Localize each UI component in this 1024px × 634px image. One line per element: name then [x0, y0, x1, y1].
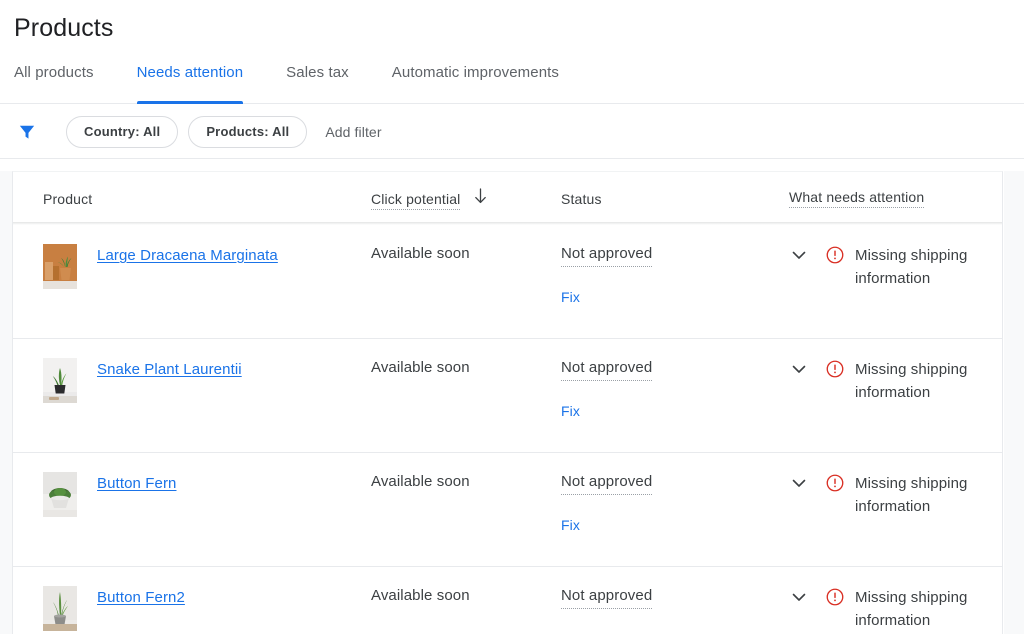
click-potential-cell: Available soon: [371, 225, 561, 264]
attention-cell: Missing shipping information: [789, 453, 1003, 518]
status-cell: Not approved Fix: [561, 339, 789, 419]
click-potential-cell: Available soon: [371, 453, 561, 492]
tab-label: Automatic improvements: [392, 64, 559, 81]
tab-label: Needs attention: [137, 64, 244, 81]
sort-descending-icon[interactable]: [473, 188, 488, 208]
attention-cell: Missing shipping information: [789, 339, 1003, 404]
chevron-down-icon[interactable]: [789, 587, 809, 607]
table-row[interactable]: Button Fern Available soon Not approved …: [13, 453, 1002, 567]
page-background-right: [1004, 171, 1024, 634]
attention-text: Missing shipping information: [855, 358, 1003, 404]
error-circle-icon: [826, 360, 844, 378]
table-row[interactable]: Large Dracaena Marginata Available soon …: [13, 225, 1002, 339]
attention-text: Missing shipping information: [855, 472, 1003, 518]
click-potential-cell: Available soon: [371, 567, 561, 606]
error-circle-icon: [826, 588, 844, 606]
status-cell: Not approved Fix: [561, 567, 789, 634]
error-circle-icon: [826, 474, 844, 492]
status-badge[interactable]: Not approved: [561, 358, 652, 381]
tab-label: Sales tax: [286, 64, 349, 81]
column-header-label: Click potential: [371, 191, 460, 210]
tab-bar: All products Needs attention Sales tax A…: [0, 58, 1024, 104]
tab-needs-attention[interactable]: Needs attention: [124, 58, 257, 104]
button-fern-thumbnail: [43, 472, 77, 517]
attention-text: Missing shipping information: [855, 244, 1003, 290]
plant-terracotta-thumbnail: [43, 244, 77, 289]
page-title: Products: [0, 0, 1024, 44]
status-cell: Not approved Fix: [561, 225, 789, 305]
products-table: Product Click potential Status What need…: [12, 171, 1003, 634]
product-cell: Button Fern: [13, 453, 371, 517]
filter-bar: Country: All Products: All Add filter: [0, 104, 1024, 159]
chevron-down-icon[interactable]: [789, 245, 809, 265]
chevron-down-icon[interactable]: [789, 359, 809, 379]
snake-plant-thumbnail: [43, 358, 77, 403]
product-link[interactable]: Button Fern: [97, 472, 176, 494]
column-header-attention[interactable]: What needs attention: [789, 189, 1003, 208]
column-header-status: Status: [561, 191, 789, 207]
click-potential-cell: Available soon: [371, 339, 561, 378]
filter-chip-label: Country: All: [84, 124, 160, 139]
product-link[interactable]: Snake Plant Laurentii: [97, 358, 242, 380]
product-link[interactable]: Large Dracaena Marginata: [97, 244, 278, 266]
status-badge[interactable]: Not approved: [561, 472, 652, 495]
tab-all-products[interactable]: All products: [14, 58, 107, 104]
filter-chip-label: Products: All: [206, 124, 289, 139]
add-filter-button[interactable]: Add filter: [325, 124, 381, 140]
attention-cell: Missing shipping information: [789, 225, 1003, 290]
attention-cell: Missing shipping information: [789, 567, 1003, 632]
fix-link[interactable]: Fix: [561, 403, 789, 419]
button-fern2-thumbnail: [43, 586, 77, 631]
product-cell: Large Dracaena Marginata: [13, 225, 371, 289]
tab-sales-tax[interactable]: Sales tax: [273, 58, 362, 104]
column-header-label: What needs attention: [789, 189, 924, 208]
product-link[interactable]: Button Fern2: [97, 586, 185, 608]
attention-text: Missing shipping information: [855, 586, 1003, 632]
status-badge[interactable]: Not approved: [561, 244, 652, 267]
filter-chip-products[interactable]: Products: All: [188, 116, 307, 148]
table-row[interactable]: Button Fern2 Available soon Not approved…: [13, 567, 1002, 634]
table-header-row: Product Click potential Status What need…: [13, 172, 1002, 225]
product-cell: Button Fern2: [13, 567, 371, 631]
fix-link[interactable]: Fix: [561, 517, 789, 533]
funnel-icon[interactable]: [16, 121, 38, 143]
status-badge[interactable]: Not approved: [561, 586, 652, 609]
table-row[interactable]: Snake Plant Laurentii Available soon Not…: [13, 339, 1002, 453]
page-background-left: [0, 171, 12, 634]
tab-automatic-improvements[interactable]: Automatic improvements: [379, 58, 572, 104]
column-header-product: Product: [13, 191, 371, 207]
column-header-click-potential[interactable]: Click potential: [371, 188, 561, 210]
error-circle-icon: [826, 246, 844, 264]
product-cell: Snake Plant Laurentii: [13, 339, 371, 403]
fix-link[interactable]: Fix: [561, 289, 789, 305]
tab-label: All products: [14, 64, 94, 81]
status-cell: Not approved Fix: [561, 453, 789, 533]
filter-chip-country[interactable]: Country: All: [66, 116, 178, 148]
chevron-down-icon[interactable]: [789, 473, 809, 493]
